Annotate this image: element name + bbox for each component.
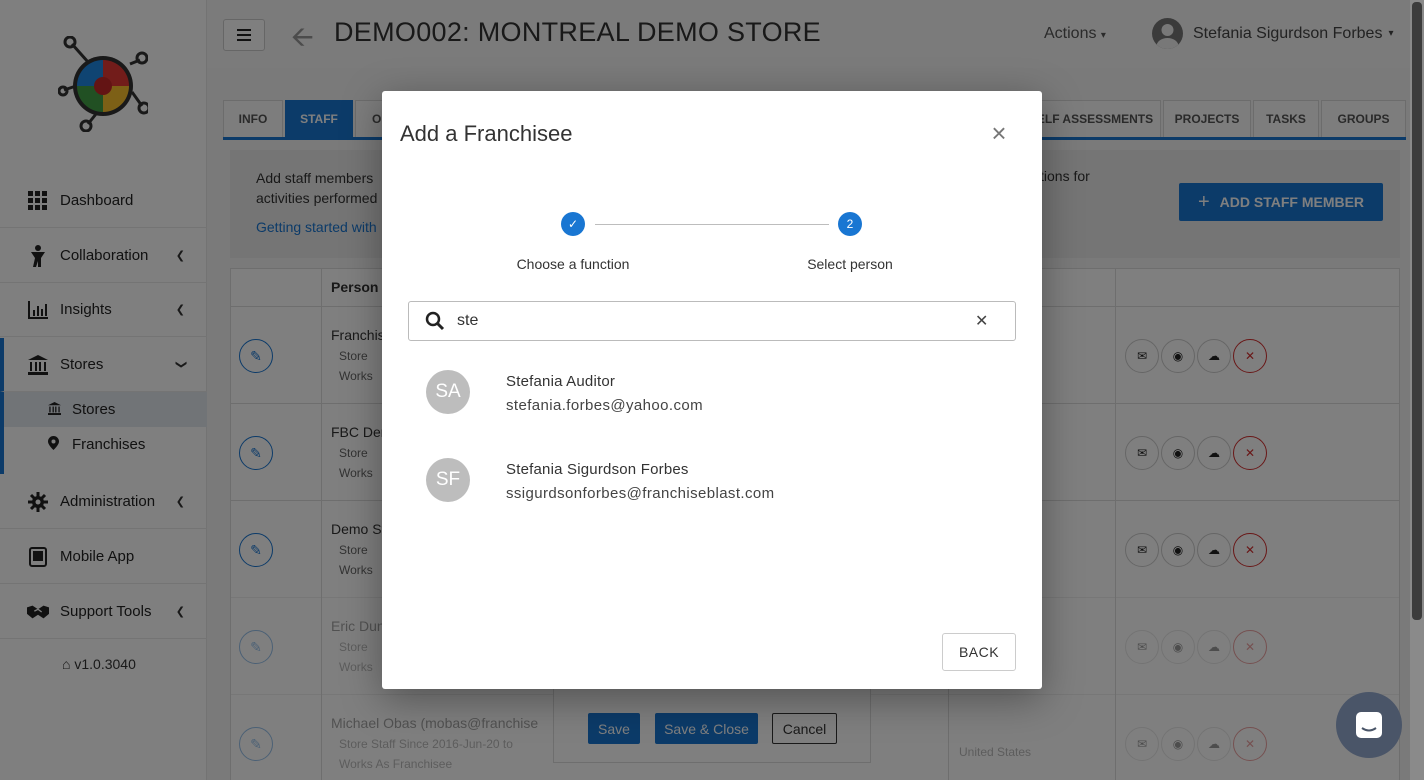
result-name: Stefania Sigurdson Forbes: [506, 461, 689, 478]
step-1-complete[interactable]: ✓: [561, 212, 585, 236]
search-result-item[interactable]: SA Stefania Auditor stefania.forbes@yaho…: [426, 370, 986, 430]
dialog-title: Add a Franchisee: [400, 121, 573, 146]
step-number: 2: [846, 217, 854, 231]
save-close-button[interactable]: Save & Close: [655, 713, 758, 744]
result-email: ssigurdsonforbes@franchiseblast.com: [506, 485, 775, 502]
avatar: SF: [426, 458, 470, 502]
clear-search-icon[interactable]: ✕: [975, 311, 988, 331]
step-2-current[interactable]: 2: [838, 212, 862, 236]
result-name: Stefania Auditor: [506, 373, 616, 390]
avatar: SA: [426, 370, 470, 414]
result-email: stefania.forbes@yahoo.com: [506, 397, 703, 414]
stepper-connector: [595, 224, 829, 225]
search-result-item[interactable]: SF Stefania Sigurdson Forbes ssigurdsonf…: [426, 458, 986, 518]
chat-icon: [1356, 712, 1382, 738]
search-icon: [425, 311, 445, 336]
scrollbar-thumb[interactable]: [1412, 2, 1422, 620]
step-label-choose-function: Choose a function: [516, 256, 630, 272]
close-icon[interactable]: ×: [987, 120, 1011, 146]
form-actions-bar: Save Save & Close Cancel: [553, 688, 871, 763]
chat-launcher-button[interactable]: [1336, 692, 1402, 758]
step-label-select-person: Select person: [807, 256, 893, 272]
save-button[interactable]: Save: [588, 713, 640, 744]
check-icon: ✓: [567, 217, 579, 231]
search-input[interactable]: [457, 310, 957, 332]
person-search: ✕: [408, 301, 1016, 341]
back-button[interactable]: BACK: [942, 633, 1016, 671]
add-franchisee-dialog: Add a Franchisee × ✓ 2 Choose a function…: [382, 91, 1042, 689]
page-scrollbar[interactable]: [1410, 0, 1424, 780]
cancel-button[interactable]: Cancel: [772, 713, 837, 744]
